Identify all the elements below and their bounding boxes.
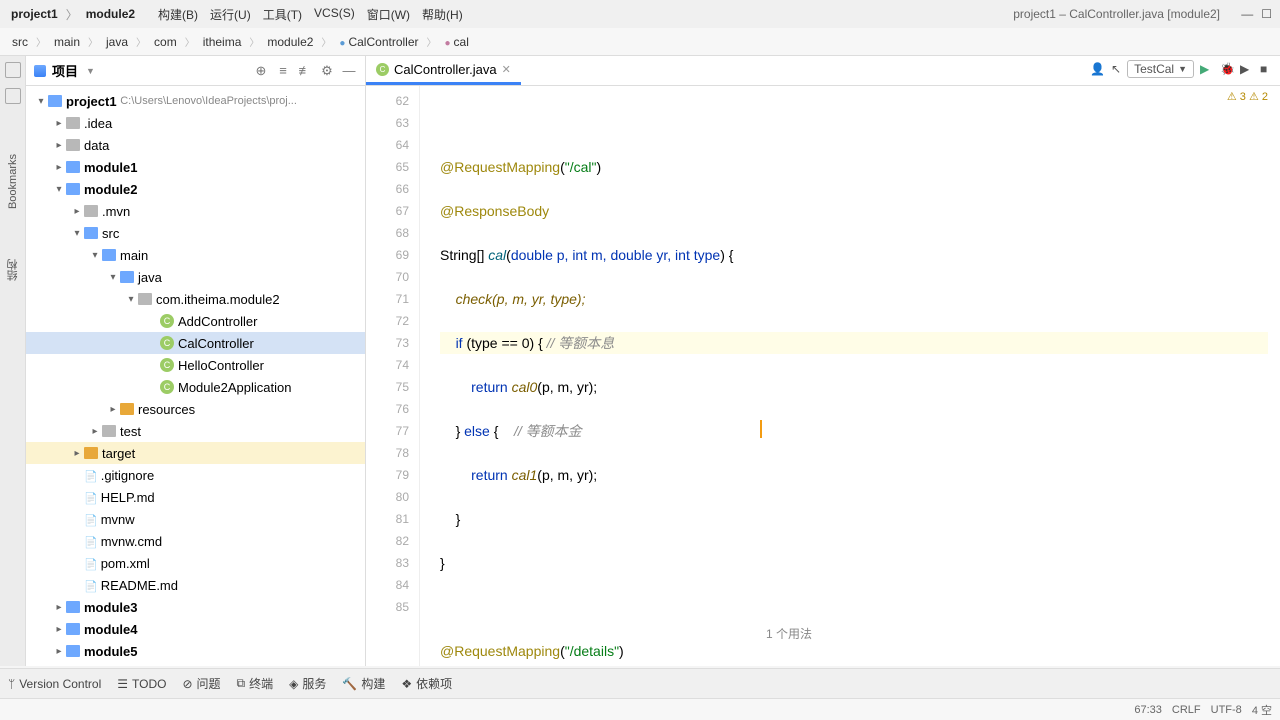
menu-window[interactable]: 窗口(W) <box>367 6 410 23</box>
tab-version-control[interactable]: ᛘVersion Control <box>8 677 101 691</box>
crumb-class[interactable]: CalController <box>335 34 422 50</box>
tree-module4[interactable]: ▸module4 <box>26 618 365 640</box>
line-gutter: 6263646566676869707172737475767778798081… <box>366 86 420 666</box>
nav-breadcrumb: src〉 main〉 java〉 com〉 itheima〉 module2〉 … <box>0 28 1280 56</box>
project-icon <box>34 65 46 77</box>
tree-main[interactable]: ▾main <box>26 244 365 266</box>
crumb-main[interactable]: main <box>50 34 84 50</box>
tree-hellocontroller[interactable]: ·HelloController <box>26 354 365 376</box>
run-toolbar: 👤 ↖ TestCal▼ ▶ 🐞 ▶ ■ <box>1090 60 1274 78</box>
project-tool-window: 项目 ▼ ⊕ ≡ ≢ ⚙ — ▾project1 C:\Users\Lenovo… <box>26 56 366 666</box>
tab-problems[interactable]: ⊘问题 <box>182 675 220 692</box>
tree-package[interactable]: ▾com.itheima.module2 <box>26 288 365 310</box>
tree-data[interactable]: ▸data <box>26 134 365 156</box>
tree-module1[interactable]: ▸module1 <box>26 156 365 178</box>
editor-body[interactable]: 6263646566676869707172737475767778798081… <box>366 86 1280 666</box>
code-area[interactable]: @RequestMapping("/cal") @ResponseBody St… <box>420 86 1280 666</box>
tree-idea[interactable]: ▸.idea <box>26 112 365 134</box>
tab-todo[interactable]: ☰TODO <box>117 677 166 691</box>
crumb-com[interactable]: com <box>150 34 181 50</box>
tree-resources[interactable]: ▸resources <box>26 398 365 420</box>
tree-readmemd[interactable]: README.md <box>26 574 365 596</box>
tree-mvnw[interactable]: mvnw <box>26 508 365 530</box>
app-title: project1 – CalController.java [module2] <box>1013 7 1220 21</box>
tree-module2[interactable]: ▾module2 <box>26 178 365 200</box>
crumb-project[interactable]: project1 <box>8 6 61 22</box>
usages-hint[interactable]: 1 个用法 <box>766 625 812 642</box>
left-tool-strip: Bookmarks 结构 <box>0 56 26 666</box>
locate-icon[interactable]: ⊕ <box>253 63 269 79</box>
close-tab-icon[interactable]: ✕ <box>502 63 511 76</box>
crumb-java[interactable]: java <box>102 34 132 50</box>
text-caret <box>760 420 762 438</box>
run-config-combo[interactable]: TestCal▼ <box>1127 60 1194 78</box>
tab-dependencies[interactable]: ❖依赖项 <box>401 675 452 692</box>
status-bar: 67:33 CRLF UTF-8 4 空 <box>0 698 1280 720</box>
menu-help[interactable]: 帮助(H) <box>422 6 463 23</box>
tab-label: CalController.java <box>394 62 497 77</box>
crumb-module[interactable]: module2 <box>83 6 138 22</box>
crumb-module2[interactable]: module2 <box>263 34 317 50</box>
project-crumbs: project1 〉 module2 <box>8 5 138 24</box>
line-separator[interactable]: CRLF <box>1172 704 1201 716</box>
tab-terminal[interactable]: ⧉终端 <box>237 675 274 692</box>
tab-services[interactable]: ◈服务 <box>289 675 326 692</box>
tree-java[interactable]: ▾java <box>26 266 365 288</box>
class-file-icon <box>376 63 389 76</box>
tree-addcontroller[interactable]: ·AddController <box>26 310 365 332</box>
crumb-method[interactable]: cal <box>441 34 473 50</box>
tree-helpmd[interactable]: HELP.md <box>26 486 365 508</box>
tab-calcontroller[interactable]: CalController.java ✕ <box>366 56 521 85</box>
menu-tools[interactable]: 工具(T) <box>263 6 302 23</box>
project-tool-icon[interactable] <box>5 62 21 78</box>
collapse-icon[interactable]: ≢ <box>297 63 313 79</box>
tree-target[interactable]: ▸target <box>26 442 365 464</box>
coverage-icon[interactable]: ▶ <box>1240 62 1254 76</box>
tree-module6[interactable]: ▸module6 <box>26 662 365 666</box>
hide-icon[interactable]: — <box>341 63 357 79</box>
run-play-icon[interactable]: ▶ <box>1200 62 1214 76</box>
tree-module5[interactable]: ▸module5 <box>26 640 365 662</box>
crumb-itheima[interactable]: itheima <box>199 34 246 50</box>
editor-area: CalController.java ✕ 6263646566676869707… <box>366 56 1280 666</box>
expand-icon[interactable]: ≡ <box>275 63 291 79</box>
debug-bug-icon[interactable]: 🐞 <box>1220 62 1234 76</box>
tab-build[interactable]: 🔨构建 <box>342 675 385 692</box>
tree-mvn[interactable]: ▸.mvn <box>26 200 365 222</box>
project-header: 项目 ▼ ⊕ ≡ ≢ ⚙ — <box>26 56 365 86</box>
tree-root[interactable]: ▾project1 C:\Users\Lenovo\IdeaProjects\p… <box>26 90 365 112</box>
title-bar: project1 〉 module2 构建(B) 运行(U) 工具(T) VCS… <box>0 0 1280 28</box>
bottom-tool-tabs: ᛘVersion Control ☰TODO ⊘问题 ⧉终端 ◈服务 🔨构建 ❖… <box>0 668 1280 698</box>
bookmarks-tab[interactable]: Bookmarks <box>7 154 19 209</box>
settings-gear-icon[interactable]: ⚙ <box>319 63 335 79</box>
menu-build[interactable]: 构建(B) <box>158 6 198 23</box>
user-icon[interactable]: 👤 <box>1090 62 1105 76</box>
stop-icon[interactable]: ■ <box>1260 62 1274 76</box>
tree-gitignore[interactable]: .gitignore <box>26 464 365 486</box>
project-tree[interactable]: ▾project1 C:\Users\Lenovo\IdeaProjects\p… <box>26 86 365 666</box>
indent[interactable]: 4 空 <box>1252 702 1272 718</box>
tree-calcontroller[interactable]: ·CalController <box>26 332 365 354</box>
minimize-icon[interactable]: — <box>1241 7 1253 21</box>
tree-module2app[interactable]: ·Module2Application <box>26 376 365 398</box>
file-encoding[interactable]: UTF-8 <box>1211 704 1242 716</box>
crumb-src[interactable]: src <box>8 34 32 50</box>
commit-tool-icon[interactable] <box>5 88 21 104</box>
tree-test[interactable]: ▸test <box>26 420 365 442</box>
tree-mvnwcmd[interactable]: mvnw.cmd <box>26 530 365 552</box>
back-arrow-icon[interactable]: ↖ <box>1111 62 1121 76</box>
tree-module3[interactable]: ▸module3 <box>26 596 365 618</box>
inspections-widget[interactable]: ⚠ 3 ⚠ 2 <box>1227 90 1268 103</box>
tree-src[interactable]: ▾src <box>26 222 365 244</box>
caret-position[interactable]: 67:33 <box>1134 704 1162 716</box>
maximize-icon[interactable]: ☐ <box>1261 7 1272 21</box>
main-menu: 构建(B) 运行(U) 工具(T) VCS(S) 窗口(W) 帮助(H) <box>158 6 463 23</box>
tree-pomxml[interactable]: pom.xml <box>26 552 365 574</box>
project-title[interactable]: 项目 <box>52 61 78 80</box>
project-dropdown-icon[interactable]: ▼ <box>86 66 95 76</box>
structure-tab[interactable]: 结构 <box>5 259 21 281</box>
menu-run[interactable]: 运行(U) <box>210 6 251 23</box>
menu-vcs[interactable]: VCS(S) <box>314 6 355 23</box>
